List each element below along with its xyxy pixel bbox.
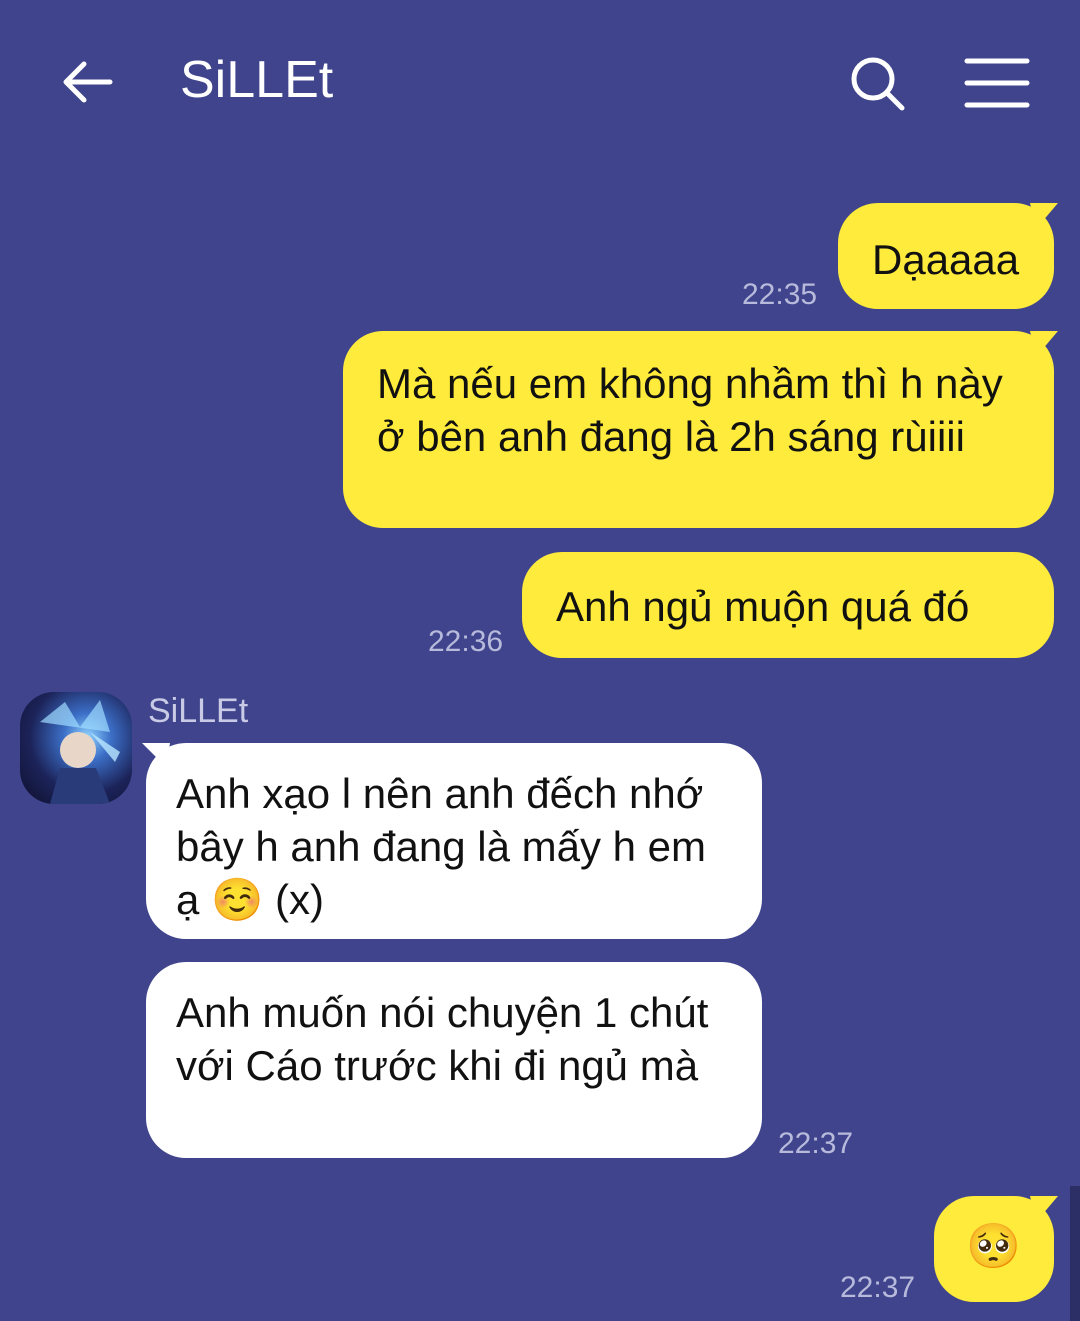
their-message-bubble[interactable]: Anh xạo l nên anh đếch nhớ bây h anh đan… — [146, 743, 762, 939]
pleading-face-emoji: 🥺 — [966, 1221, 1021, 1272]
message-timestamp: 22:35 — [742, 278, 818, 311]
scrollbar[interactable] — [1070, 1186, 1080, 1321]
message-text: Anh muốn nói chuyện 1 chút với Cáo trước… — [176, 989, 709, 1089]
message-text: Dạaaaa — [872, 236, 1020, 283]
bubble-tail — [1030, 203, 1058, 229]
avatar[interactable] — [20, 692, 132, 804]
message-text: Mà nếu em không nhầm thì h này ở bên anh… — [377, 360, 1003, 460]
menu-button[interactable] — [964, 56, 1030, 110]
avatar-image — [40, 700, 120, 804]
message-text: Anh ngủ muộn quá đó — [556, 583, 970, 630]
smiling-face-emoji: ☺️ — [211, 875, 264, 924]
sender-name: SiLLEt — [148, 692, 249, 730]
chat-title: SiLLEt — [180, 51, 334, 109]
back-button[interactable] — [58, 52, 118, 112]
my-message-bubble[interactable]: Anh ngủ muộn quá đó — [522, 552, 1054, 658]
message-text-suffix: (x) — [275, 876, 324, 923]
hamburger-menu-icon — [964, 58, 1030, 108]
my-message-bubble[interactable]: Mà nếu em không nhầm thì h này ở bên anh… — [343, 331, 1054, 528]
chat-header: SiLLEt — [0, 0, 1080, 170]
message-timestamp: 22:37 — [778, 1127, 854, 1160]
message-timestamp: 22:37 — [840, 1271, 916, 1304]
arrow-left-icon — [63, 61, 113, 103]
search-icon — [851, 57, 905, 111]
search-button[interactable] — [848, 54, 908, 114]
bubble-tail — [1030, 331, 1058, 357]
bubble-tail — [142, 743, 170, 767]
their-message-bubble[interactable]: Anh muốn nói chuyện 1 chút với Cáo trước… — [146, 962, 762, 1158]
message-timestamp: 22:36 — [428, 625, 504, 658]
bubble-tail — [1030, 1196, 1058, 1222]
my-message-bubble[interactable]: Dạaaaa — [838, 203, 1054, 309]
